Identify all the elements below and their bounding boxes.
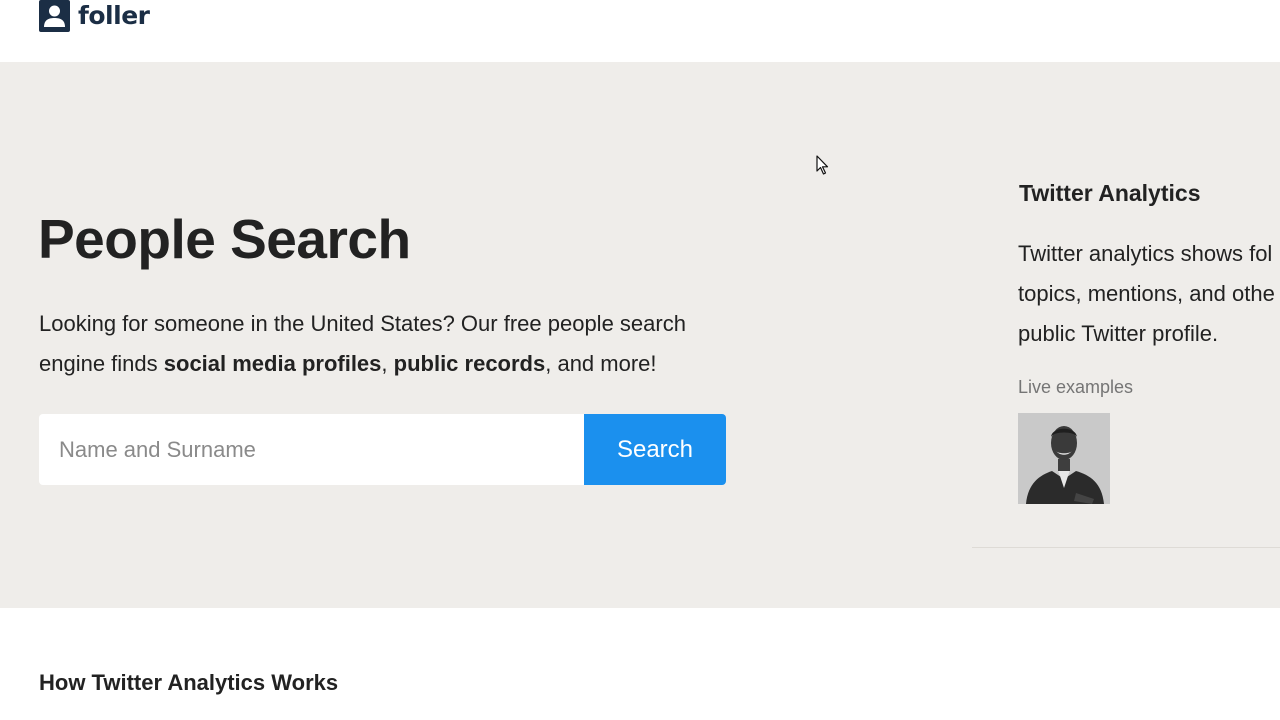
twitter-analytics-panel: Twitter Analytics Twitter analytics show…: [972, 62, 1280, 548]
twitter-analytics-text-line: topics, mentions, and othe: [1018, 281, 1275, 306]
hero-description: Looking for someone in the United States…: [39, 304, 739, 384]
live-example-profile-photo[interactable]: [1018, 413, 1110, 504]
hero-description-text: , and more!: [545, 351, 657, 376]
twitter-analytics-text-line: Twitter analytics shows fol: [1018, 241, 1273, 266]
name-search-input[interactable]: [39, 414, 584, 485]
hero-description-bold: public records: [393, 351, 546, 376]
live-examples-label: Live examples: [1018, 377, 1134, 397]
people-search-form: Search: [39, 414, 726, 485]
site-header: foller: [0, 0, 1280, 62]
user-badge-icon: [39, 0, 70, 32]
hero-description-bold: social media profiles: [163, 351, 382, 376]
how-it-works-heading: How Twitter Analytics Works: [39, 670, 339, 695]
search-button[interactable]: Search: [584, 414, 726, 485]
logo-text: foller: [78, 1, 150, 30]
hero-description-text: ,: [381, 351, 394, 376]
logo-link[interactable]: foller: [39, 0, 150, 32]
twitter-analytics-text-line: public Twitter profile.: [1018, 321, 1219, 346]
twitter-analytics-description: Twitter analytics shows fol topics, ment…: [1018, 234, 1280, 354]
twitter-analytics-title: Twitter Analytics: [1019, 180, 1201, 206]
person-photo-icon: [1018, 413, 1110, 504]
hero-section: People Search Looking for someone in the…: [0, 62, 1280, 608]
page-title: People Search: [38, 208, 411, 270]
